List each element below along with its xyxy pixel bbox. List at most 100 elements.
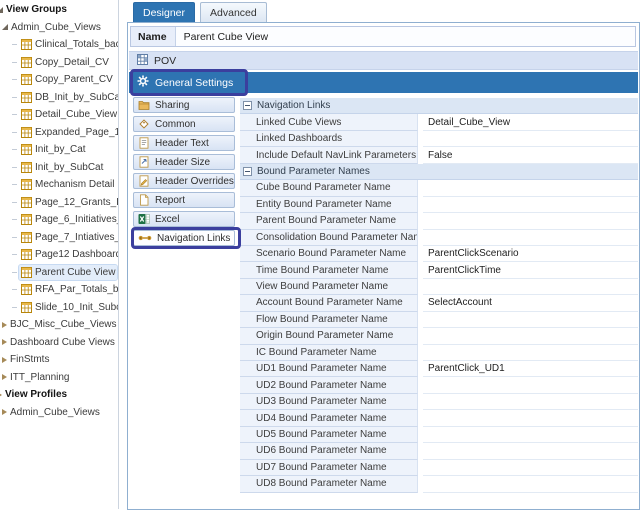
pov-section-header[interactable]: POV: [129, 51, 638, 70]
property-value[interactable]: ParentClickScenario: [423, 246, 638, 262]
property-value[interactable]: Detail_Cube_View: [423, 114, 638, 130]
tree-item-label: Page_12_Grants_Initiatives_: [35, 197, 118, 208]
expand-arrow-icon[interactable]: [0, 7, 3, 13]
tree-item-bjc-misc-cube-views[interactable]: BJC_Misc_Cube_Views: [0, 316, 118, 334]
tree-item-copy-detail-cv[interactable]: Copy_Detail_CV: [0, 54, 118, 72]
cube-view-icon: [21, 179, 32, 190]
tree-item-parent-cube-view[interactable]: Parent Cube View: [0, 264, 118, 282]
collapse-icon[interactable]: [243, 167, 252, 176]
property-name: Entity Bound Parameter Name: [240, 197, 418, 213]
property-value[interactable]: [423, 197, 638, 213]
tree-item-mechanism-detail[interactable]: Mechanism Detail: [0, 176, 118, 194]
property-value[interactable]: [423, 180, 638, 196]
property-name: Scenario Bound Parameter Name: [240, 246, 418, 262]
property-name: UD5 Bound Parameter Name: [240, 427, 418, 443]
tree-item-finstmts[interactable]: FinStmts: [0, 351, 118, 369]
tree-item-admin-cube-views[interactable]: Admin_Cube_Views: [0, 19, 118, 37]
property-row-ud5-bound-parameter-name: UD5 Bound Parameter Name: [240, 427, 638, 443]
property-value[interactable]: [423, 427, 638, 443]
settings-button-common[interactable]: Common: [133, 116, 235, 132]
cube-view-icon: [21, 232, 32, 243]
tree-item-label: View Groups: [6, 4, 67, 15]
property-name: UD6 Bound Parameter Name: [240, 443, 418, 459]
property-value[interactable]: [423, 410, 638, 426]
tree-item-label: Init_by_Cat: [35, 144, 86, 155]
general-settings-section-header[interactable]: General Settings: [129, 72, 638, 93]
settings-button-header-text[interactable]: Header Text: [133, 135, 235, 151]
property-value[interactable]: [423, 460, 638, 476]
tree-item-label: Mechanism Detail: [35, 179, 114, 190]
tree-item-page-7-intiatives-by-subca[interactable]: Page_7_Intiatives_by_SubCa: [0, 229, 118, 247]
tree-item-detail-cube-view[interactable]: Detail_Cube_View: [0, 106, 118, 124]
property-value[interactable]: [423, 394, 638, 410]
tree-connector: [12, 237, 17, 238]
tree-item-db-init-by-subcat[interactable]: DB_Init_by_SubCat: [0, 89, 118, 107]
property-value[interactable]: [423, 443, 638, 459]
group-header-navigation-links[interactable]: Navigation Links: [240, 98, 638, 114]
tree-item-dashboard-cube-views[interactable]: Dashboard Cube Views: [0, 334, 118, 352]
expand-arrow-icon[interactable]: [2, 24, 8, 30]
settings-button-report[interactable]: Report: [133, 192, 235, 208]
property-row-account-bound-parameter-name: Account Bound Parameter Name SelectAccoun…: [240, 295, 638, 311]
property-value[interactable]: [423, 377, 638, 393]
settings-button-excel[interactable]: Excel: [133, 211, 235, 227]
tree-item-slide-10-init-subcat-by-m[interactable]: Slide_10_Init_Subcat_by_M: [0, 299, 118, 317]
property-value[interactable]: ParentClick_UD1: [423, 361, 638, 377]
property-value[interactable]: [423, 345, 638, 361]
settings-button-sharing[interactable]: Sharing: [133, 97, 235, 113]
property-value[interactable]: False: [423, 147, 638, 163]
tree-item-label: Expanded_Page_12_workin: [35, 127, 118, 138]
property-value[interactable]: [423, 230, 638, 246]
property-value[interactable]: SelectAccount: [423, 295, 638, 311]
tree-item-init-by-subcat[interactable]: Init_by_SubCat: [0, 159, 118, 177]
property-value[interactable]: ParentClickTime: [423, 262, 638, 278]
tree-item-label: Page_7_Intiatives_by_SubCa: [35, 232, 118, 243]
name-input[interactable]: Parent Cube View: [175, 27, 635, 46]
settings-button-label: Header Text: [155, 138, 209, 149]
settings-button-column: Sharing Common Header Text Header Size Heade…: [133, 97, 235, 249]
tree-connector: [12, 272, 17, 273]
property-row-cube-bound-parameter-name: Cube Bound Parameter Name: [240, 180, 638, 196]
tree-item-view-profiles[interactable]: View Profiles: [0, 386, 118, 404]
tree-item-itt-planning[interactable]: ITT_Planning: [0, 369, 118, 387]
tree-connector: [12, 62, 17, 63]
tab-designer[interactable]: Designer: [133, 2, 195, 22]
expand-arrow-icon[interactable]: [2, 374, 7, 380]
tree-item-copy-parent-cv[interactable]: Copy_Parent_CV: [0, 71, 118, 89]
group-header-bound-parameter-names[interactable]: Bound Parameter Names: [240, 164, 638, 180]
property-value[interactable]: [423, 328, 638, 344]
settings-button-header-overrides[interactable]: Header Overrides: [133, 173, 235, 189]
property-value[interactable]: [423, 312, 638, 328]
report-icon: [138, 194, 150, 206]
expand-arrow-icon[interactable]: [2, 339, 7, 345]
property-value[interactable]: [423, 476, 638, 492]
tree-item-page-12-grants-initiatives[interactable]: Page_12_Grants_Initiatives_: [0, 194, 118, 212]
property-name: Account Bound Parameter Name: [240, 295, 418, 311]
settings-button-header-size[interactable]: Header Size: [133, 154, 235, 170]
tree-item-clinical-totals-backup[interactable]: Clinical_Totals_backup: [0, 36, 118, 54]
tree-item-label: Copy_Detail_CV: [35, 57, 109, 68]
tree-item-init-by-cat[interactable]: Init_by_Cat: [0, 141, 118, 159]
property-row-ud2-bound-parameter-name: UD2 Bound Parameter Name: [240, 377, 638, 393]
sharing-icon: [138, 99, 150, 111]
tree-item-page12-dashboard[interactable]: Page12 Dashboard: [0, 246, 118, 264]
property-value[interactable]: [423, 213, 638, 229]
expand-arrow-icon[interactable]: [2, 322, 7, 328]
tree-item-page-6-initiatives-by-categ[interactable]: Page_6_Initiatives_by_Categ: [0, 211, 118, 229]
tree-item-rfa-par-totals-backup[interactable]: RFA_Par_Totals_backup: [0, 281, 118, 299]
property-name: UD7 Bound Parameter Name: [240, 460, 418, 476]
cube-view-icon: [21, 284, 32, 295]
property-value[interactable]: [423, 131, 638, 147]
expand-arrow-icon[interactable]: [2, 409, 7, 415]
collapse-icon[interactable]: [243, 101, 252, 110]
settings-button-navigation-links[interactable]: Navigation Links: [133, 230, 235, 246]
cube-view-icon: [21, 39, 32, 50]
expand-arrow-icon[interactable]: [2, 357, 7, 363]
expand-arrow-icon[interactable]: [0, 392, 2, 398]
property-value[interactable]: [423, 279, 638, 295]
settings-button-label: Header Size: [155, 157, 210, 168]
tree-item-admin-cube-views[interactable]: Admin_Cube_Views: [0, 404, 118, 422]
tree-item-expanded-page-12-workin[interactable]: Expanded_Page_12_workin: [0, 124, 118, 142]
tree-item-view-groups[interactable]: View Groups: [0, 1, 118, 19]
tab-advanced[interactable]: Advanced: [200, 2, 267, 22]
